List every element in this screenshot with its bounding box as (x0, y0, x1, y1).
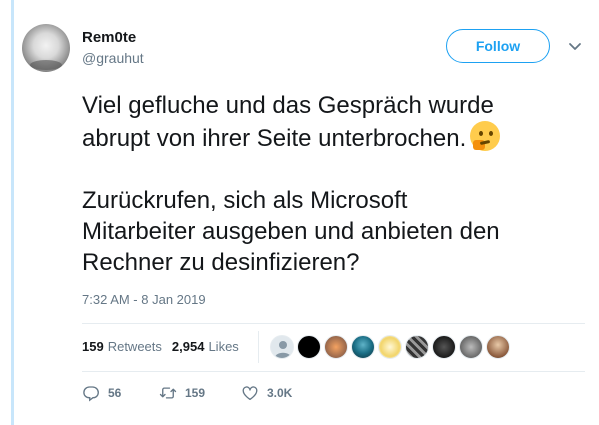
thread-line (11, 0, 14, 425)
liker-avatar[interactable] (324, 335, 348, 359)
default-avatar-icon (275, 341, 291, 358)
divider (82, 323, 585, 324)
tweet-paragraph: Viel gefluche und das Gespräch wurde abr… (82, 92, 494, 152)
divider (82, 371, 585, 372)
reply-button[interactable]: 56 (82, 384, 159, 402)
retweet-icon (159, 387, 177, 399)
liker-avatar[interactable] (270, 335, 294, 359)
tweet-actions: 56 159 3.0K (82, 384, 292, 402)
retweets-stat[interactable]: 159 Retweets (82, 339, 162, 354)
emoji-hand (473, 140, 486, 150)
liker-avatar[interactable] (297, 335, 321, 359)
likes-count: 2,954 (171, 339, 205, 354)
likes-label: Likes (208, 339, 239, 354)
follow-button[interactable]: Follow (446, 29, 550, 63)
liker-avatar[interactable] (351, 335, 375, 359)
avatar-detail (30, 60, 62, 70)
liker-avatars (270, 335, 510, 359)
retweets-label: Retweets (107, 339, 162, 354)
avatar[interactable] (22, 24, 70, 72)
retweet-count: 159 (185, 386, 206, 400)
like-button[interactable]: 3.0K (241, 384, 292, 402)
liker-avatar[interactable] (432, 335, 456, 359)
tweet-timestamp[interactable]: 7:32 AM - 8 Jan 2019 (82, 292, 206, 307)
chevron-down-icon[interactable] (568, 40, 582, 54)
thinking-face-icon (470, 121, 501, 151)
like-count: 3.0K (267, 386, 293, 400)
author-name[interactable]: Rem0te (82, 29, 136, 46)
reply-count: 56 (108, 386, 122, 400)
tweet-paragraph: Zurückrufen, sich als Microsoft Mitarbei… (82, 187, 500, 276)
liker-avatar[interactable] (459, 335, 483, 359)
divider (258, 331, 259, 363)
liker-avatar[interactable] (486, 335, 510, 359)
heart-icon (242, 386, 258, 401)
author-handle[interactable]: @grauhut (82, 50, 144, 66)
tweet-stats: 159 Retweets 2,954 Likes (82, 339, 239, 354)
retweet-button[interactable]: 159 (159, 384, 241, 402)
reply-icon (83, 386, 99, 402)
liker-avatar[interactable] (378, 335, 402, 359)
liker-avatar[interactable] (405, 335, 429, 359)
likes-stat[interactable]: 2,954 Likes (172, 339, 239, 354)
tweet-text: Viel gefluche und das Gespräch wurde abr… (82, 90, 587, 278)
retweets-count: 159 (82, 339, 104, 354)
